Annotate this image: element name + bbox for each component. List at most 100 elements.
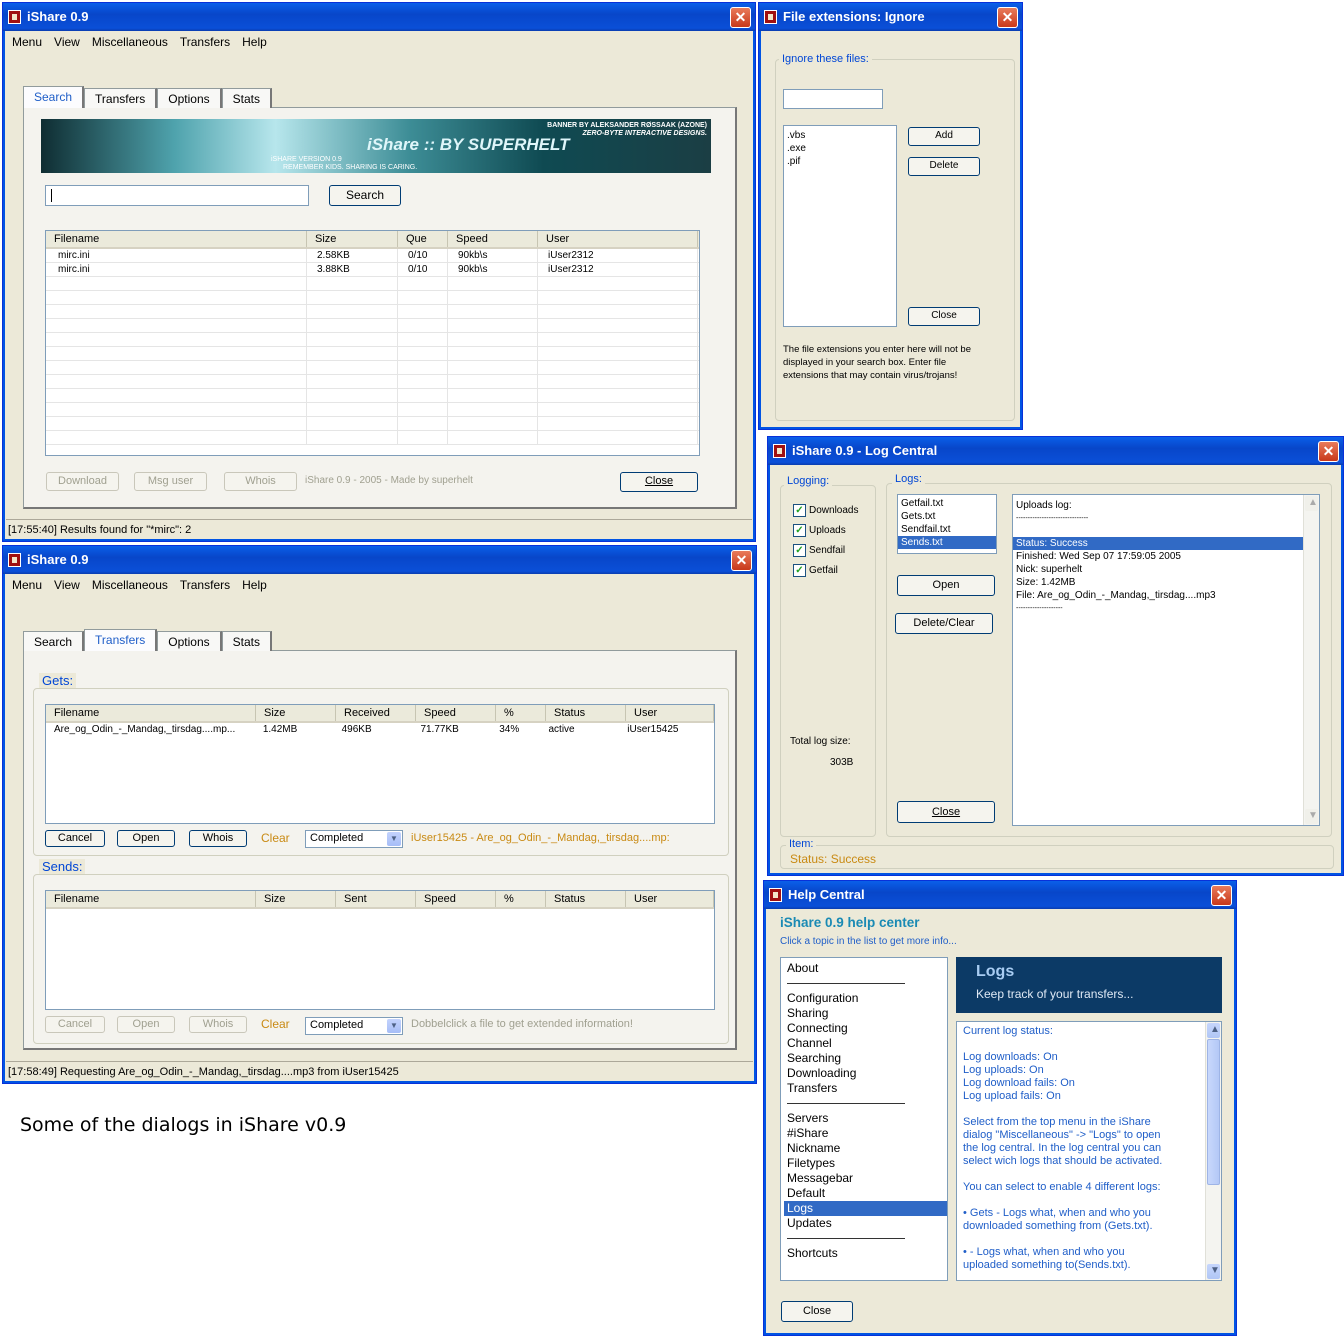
chevron-down-icon[interactable]: ▼ [387, 1019, 401, 1033]
list-item[interactable]: Gets.txt [898, 510, 996, 523]
topic-item[interactable]: Transfers [784, 1081, 947, 1096]
menu-help[interactable]: Help [236, 31, 273, 51]
table-row[interactable]: Are_og_Odin_-_Mandag,_tirsdag....mp... 1… [46, 723, 714, 738]
col-received[interactable]: Received [336, 705, 416, 721]
col-user[interactable]: User [538, 231, 698, 247]
topic-item[interactable]: Filetypes [784, 1156, 947, 1171]
scroll-thumb[interactable] [1207, 1039, 1220, 1185]
col-que[interactable]: Que [398, 231, 448, 247]
menu-transfers[interactable]: Transfers [174, 574, 236, 594]
downloads-checkbox[interactable]: ✓ [793, 504, 806, 517]
scroll-up-icon[interactable]: ▲ [1207, 1023, 1220, 1038]
open-button[interactable]: Open [897, 575, 995, 596]
topic-item[interactable]: Logs [784, 1201, 947, 1216]
delete-clear-button[interactable]: Delete/Clear [895, 613, 993, 634]
topic-item[interactable]: Shortcuts [784, 1246, 947, 1261]
col-status[interactable]: Status [546, 891, 626, 907]
menu-menu[interactable]: Menu [6, 31, 48, 51]
table-row[interactable]: mirc.ini 2.58KB 0/10 90kb\s iUser2312 [46, 249, 699, 263]
sends-whois-button[interactable]: Whois [189, 1016, 247, 1033]
list-item[interactable]: Sendfail.txt [898, 523, 996, 536]
sends-clear-link[interactable]: Clear [261, 1017, 290, 1031]
log-line-selected[interactable]: Status: Success [1013, 537, 1303, 550]
list-item[interactable]: .vbs [784, 129, 896, 142]
open-button[interactable]: Open [117, 830, 175, 847]
col-speed[interactable]: Speed [416, 705, 496, 721]
topic-item[interactable]: #iShare [784, 1126, 947, 1141]
sends-open-button[interactable]: Open [117, 1016, 175, 1033]
topic-item[interactable]: About [784, 961, 947, 976]
menu-view[interactable]: View [48, 31, 86, 51]
tab-stats[interactable]: Stats [221, 631, 272, 651]
gets-list[interactable]: Filename Size Received Speed % Status Us… [45, 704, 715, 824]
download-button[interactable]: Download [46, 472, 119, 491]
chevron-down-icon[interactable]: ▼ [387, 832, 401, 846]
clear-link[interactable]: Clear [261, 831, 290, 845]
title-bar[interactable]: iShare 0.9 ✕ [3, 3, 755, 31]
scroll-up-icon[interactable]: ▲ [1305, 496, 1318, 511]
close-button[interactable]: Close [897, 801, 995, 823]
menu-menu[interactable]: Menu [6, 574, 48, 594]
topic-item[interactable]: Messagebar [784, 1171, 947, 1186]
list-item[interactable]: Getfail.txt [898, 497, 996, 510]
delete-button[interactable]: Delete [908, 157, 980, 176]
search-input[interactable] [45, 185, 309, 206]
menu-miscellaneous[interactable]: Miscellaneous [86, 31, 174, 51]
extension-list[interactable]: .vbs .exe .pif [783, 125, 897, 327]
list-item[interactable]: .exe [784, 142, 896, 155]
tab-options[interactable]: Options [157, 631, 222, 651]
close-icon[interactable]: ✕ [997, 7, 1018, 28]
whois-button[interactable]: Whois [224, 472, 297, 491]
col-status[interactable]: Status [546, 705, 626, 721]
tab-search[interactable]: Search [23, 631, 85, 651]
topic-item[interactable]: Configuration [784, 991, 947, 1006]
col-filename[interactable]: Filename [46, 891, 256, 907]
getfail-checkbox[interactable]: ✓ [793, 564, 806, 577]
title-bar[interactable]: File extensions: Ignore ✕ [759, 3, 1022, 31]
col-speed[interactable]: Speed [416, 891, 496, 907]
topic-item[interactable]: Updates [784, 1216, 947, 1231]
scroll-down-icon[interactable]: ▼ [1207, 1264, 1220, 1279]
topic-item[interactable]: Connecting [784, 1021, 947, 1036]
topic-item[interactable]: Channel [784, 1036, 947, 1051]
search-button[interactable]: Search [329, 185, 401, 206]
menu-help[interactable]: Help [236, 574, 273, 594]
add-button[interactable]: Add [908, 127, 980, 146]
topic-item[interactable]: Downloading [784, 1066, 947, 1081]
col-size[interactable]: Size [307, 231, 398, 247]
tab-search[interactable]: Search [23, 86, 85, 108]
close-button[interactable]: Close [908, 307, 980, 326]
topic-item[interactable]: Default [784, 1186, 947, 1201]
col-filename[interactable]: Filename [46, 231, 307, 247]
cancel-button[interactable]: Cancel [45, 830, 105, 847]
col-user[interactable]: User [626, 705, 714, 721]
col-size[interactable]: Size [256, 891, 336, 907]
col-size[interactable]: Size [256, 705, 336, 721]
help-scrollbar[interactable]: ▲ ▼ [1205, 1022, 1221, 1280]
title-bar[interactable]: iShare 0.9 - Log Central ✕ [768, 437, 1343, 465]
close-button[interactable]: Close [781, 1301, 853, 1322]
title-bar[interactable]: Help Central ✕ [764, 881, 1236, 909]
log-scrollbar[interactable]: ▲ ▼ [1303, 495, 1319, 825]
log-content[interactable]: Uploads log: ---------------------------… [1012, 494, 1320, 826]
close-icon[interactable]: ✕ [730, 7, 751, 28]
menu-view[interactable]: View [48, 574, 86, 594]
topic-list[interactable]: About Configuration Sharing Connecting Chann… [780, 957, 948, 1281]
sendfail-checkbox[interactable]: ✓ [793, 544, 806, 557]
tab-transfers[interactable]: Transfers [84, 629, 158, 651]
log-file-list[interactable]: Getfail.txt Gets.txt Sendfail.txt Sends.… [897, 494, 997, 554]
topic-item[interactable]: Searching [784, 1051, 947, 1066]
title-bar[interactable]: iShare 0.9 ✕ [3, 546, 756, 574]
sends-filter-select[interactable]: Completed ▼ [305, 1017, 403, 1035]
col-percent[interactable]: % [496, 705, 546, 721]
tab-stats[interactable]: Stats [221, 88, 272, 108]
col-filename[interactable]: Filename [46, 705, 256, 721]
topic-item[interactable]: Nickname [784, 1141, 947, 1156]
sends-list[interactable]: Filename Size Sent Speed % Status User [45, 890, 715, 1010]
tab-options[interactable]: Options [157, 88, 222, 108]
col-percent[interactable]: % [496, 891, 546, 907]
results-list[interactable]: Filename Size Que Speed User mirc.ini 2.… [45, 230, 700, 456]
topic-item[interactable]: Servers [784, 1111, 947, 1126]
col-sent[interactable]: Sent [336, 891, 416, 907]
sends-cancel-button[interactable]: Cancel [45, 1016, 105, 1033]
